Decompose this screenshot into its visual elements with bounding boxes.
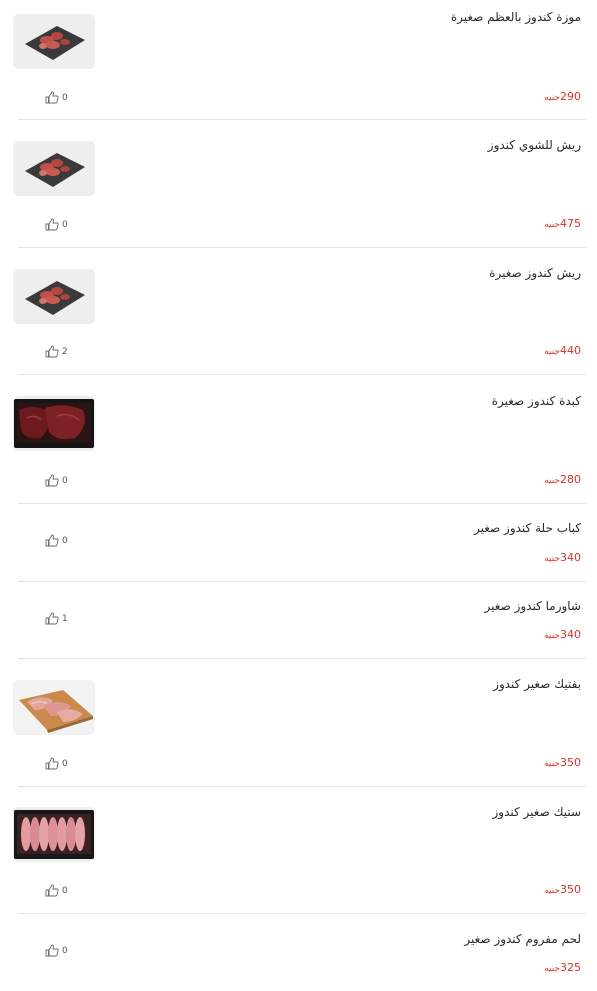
- like-button[interactable]: 2: [45, 345, 68, 358]
- like-count: 1: [62, 613, 68, 624]
- list-item[interactable]: كبدة كندوز صغيرة 0 280جنيه: [0, 375, 597, 504]
- product-price: 280جنيه: [544, 473, 581, 486]
- price-currency: جنيه: [544, 93, 560, 103]
- product-title[interactable]: شاورما كندوز صغير: [485, 599, 581, 613]
- product-title[interactable]: لحم مفروم كندوز صغير: [464, 932, 581, 946]
- list-item[interactable]: بفتيك صغير كندوز 0 350جنيه: [0, 659, 597, 787]
- price-value: 290: [560, 90, 581, 103]
- product-price: 340جنيه: [544, 551, 581, 564]
- product-image[interactable]: [13, 807, 95, 862]
- meat-on-slate-image: [13, 269, 95, 324]
- product-price: 290جنيه: [544, 90, 581, 103]
- thumbs-up-icon: [45, 345, 59, 358]
- list-item[interactable]: كباب حلة كندوز صغير 0 340جنيه: [0, 504, 597, 582]
- price-value: 340: [560, 551, 581, 564]
- like-count: 2: [62, 346, 68, 357]
- price-value: 440: [560, 344, 581, 357]
- price-value: 350: [560, 883, 581, 896]
- like-count: 0: [62, 945, 68, 956]
- like-button[interactable]: 0: [45, 757, 68, 770]
- product-title[interactable]: كبدة كندوز صغيرة: [492, 394, 581, 408]
- thumbs-up-icon: [45, 884, 59, 897]
- steak-on-wood-board-image: [13, 680, 95, 735]
- price-value: 340: [560, 628, 581, 641]
- thumbs-up-icon: [45, 474, 59, 487]
- price-currency: جنيه: [544, 631, 560, 641]
- list-item[interactable]: موزة كندوز بالعظم صغيرة 0 290جنيه: [0, 0, 597, 120]
- like-count: 0: [62, 475, 68, 486]
- like-button[interactable]: 0: [45, 91, 68, 104]
- product-price: 350جنيه: [544, 883, 581, 896]
- product-title[interactable]: كباب حلة كندوز صغير: [474, 521, 581, 535]
- like-count: 0: [62, 219, 68, 230]
- product-price: 340جنيه: [544, 628, 581, 641]
- thumbs-up-icon: [45, 534, 59, 547]
- product-title[interactable]: موزة كندوز بالعظم صغيرة: [451, 10, 581, 24]
- product-title[interactable]: ستيك صغير كندوز: [493, 805, 581, 819]
- price-value: 280: [560, 473, 581, 486]
- product-price: 475جنيه: [544, 217, 581, 230]
- price-value: 325: [560, 961, 581, 974]
- like-button[interactable]: 0: [45, 474, 68, 487]
- thumbs-up-icon: [45, 944, 59, 957]
- thumbs-up-icon: [45, 757, 59, 770]
- product-image[interactable]: [13, 141, 95, 196]
- product-price: 440جنيه: [544, 344, 581, 357]
- steak-tray-image: [13, 807, 95, 862]
- price-currency: جنيه: [544, 886, 560, 896]
- meat-on-slate-image: [13, 141, 95, 196]
- like-button[interactable]: 0: [45, 884, 68, 897]
- thumbs-up-icon: [45, 612, 59, 625]
- price-currency: جنيه: [544, 347, 560, 357]
- meat-on-slate-image: [13, 14, 95, 69]
- product-image[interactable]: [13, 14, 95, 69]
- list-item[interactable]: ريش كندوز صغيرة 2 440جنيه: [0, 248, 597, 375]
- like-count: 0: [62, 92, 68, 103]
- like-button[interactable]: 1: [45, 612, 68, 625]
- like-count: 0: [62, 535, 68, 546]
- list-item[interactable]: لحم مفروم كندوز صغير 0 325جنيه: [0, 914, 597, 991]
- price-currency: جنيه: [544, 220, 560, 230]
- product-image[interactable]: [13, 396, 95, 451]
- like-count: 0: [62, 758, 68, 769]
- thumbs-up-icon: [45, 91, 59, 104]
- price-value: 475: [560, 217, 581, 230]
- price-currency: جنيه: [544, 554, 560, 564]
- price-value: 350: [560, 756, 581, 769]
- product-title[interactable]: بفتيك صغير كندوز: [493, 677, 581, 691]
- list-item[interactable]: شاورما كندوز صغير 1 340جنيه: [0, 582, 597, 659]
- like-button[interactable]: 0: [45, 218, 68, 231]
- price-currency: جنيه: [544, 964, 560, 974]
- list-item[interactable]: ستيك صغير كندوز 0 350جنيه: [0, 787, 597, 914]
- product-image[interactable]: [13, 680, 95, 735]
- price-currency: جنيه: [544, 476, 560, 486]
- product-image[interactable]: [13, 269, 95, 324]
- product-price: 325جنيه: [544, 961, 581, 974]
- like-count: 0: [62, 885, 68, 896]
- price-currency: جنيه: [544, 759, 560, 769]
- product-title[interactable]: ريش كندوز صغيرة: [489, 266, 581, 280]
- like-button[interactable]: 0: [45, 944, 68, 957]
- thumbs-up-icon: [45, 218, 59, 231]
- liver-tray-image: [13, 396, 95, 451]
- like-button[interactable]: 0: [45, 534, 68, 547]
- list-item[interactable]: ريش للشوي كندوز 0 475جنيه: [0, 120, 597, 248]
- product-title[interactable]: ريش للشوي كندوز: [488, 138, 581, 152]
- product-price: 350جنيه: [544, 756, 581, 769]
